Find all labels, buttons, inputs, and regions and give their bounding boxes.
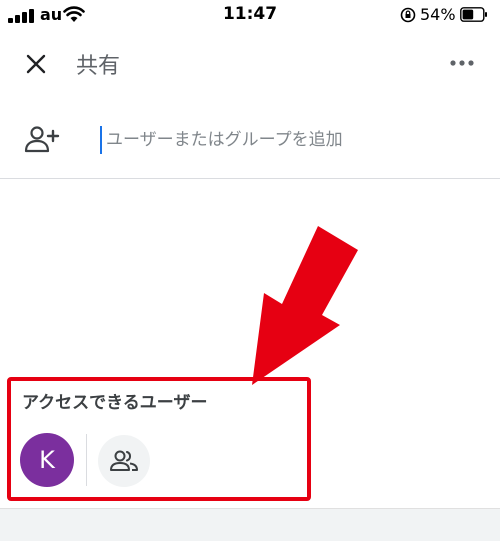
add-person-icon — [24, 126, 60, 153]
pointing-arrow-icon — [252, 226, 358, 385]
close-button[interactable] — [18, 46, 54, 82]
battery-percentage: 54% — [420, 5, 456, 24]
more-horizontal-icon — [450, 60, 474, 66]
add-people-row — [0, 96, 500, 179]
highlight-box — [7, 377, 311, 501]
battery-icon — [460, 7, 487, 22]
bottom-panel — [0, 508, 500, 541]
share-header: 共有 — [0, 30, 500, 96]
page-title: 共有 — [76, 54, 121, 79]
status-bar: au 11:47 54% — [0, 0, 500, 30]
add-people-input[interactable] — [100, 126, 486, 154]
close-icon — [26, 54, 46, 74]
rotation-lock-icon — [400, 7, 416, 23]
more-options-button[interactable] — [440, 48, 484, 78]
